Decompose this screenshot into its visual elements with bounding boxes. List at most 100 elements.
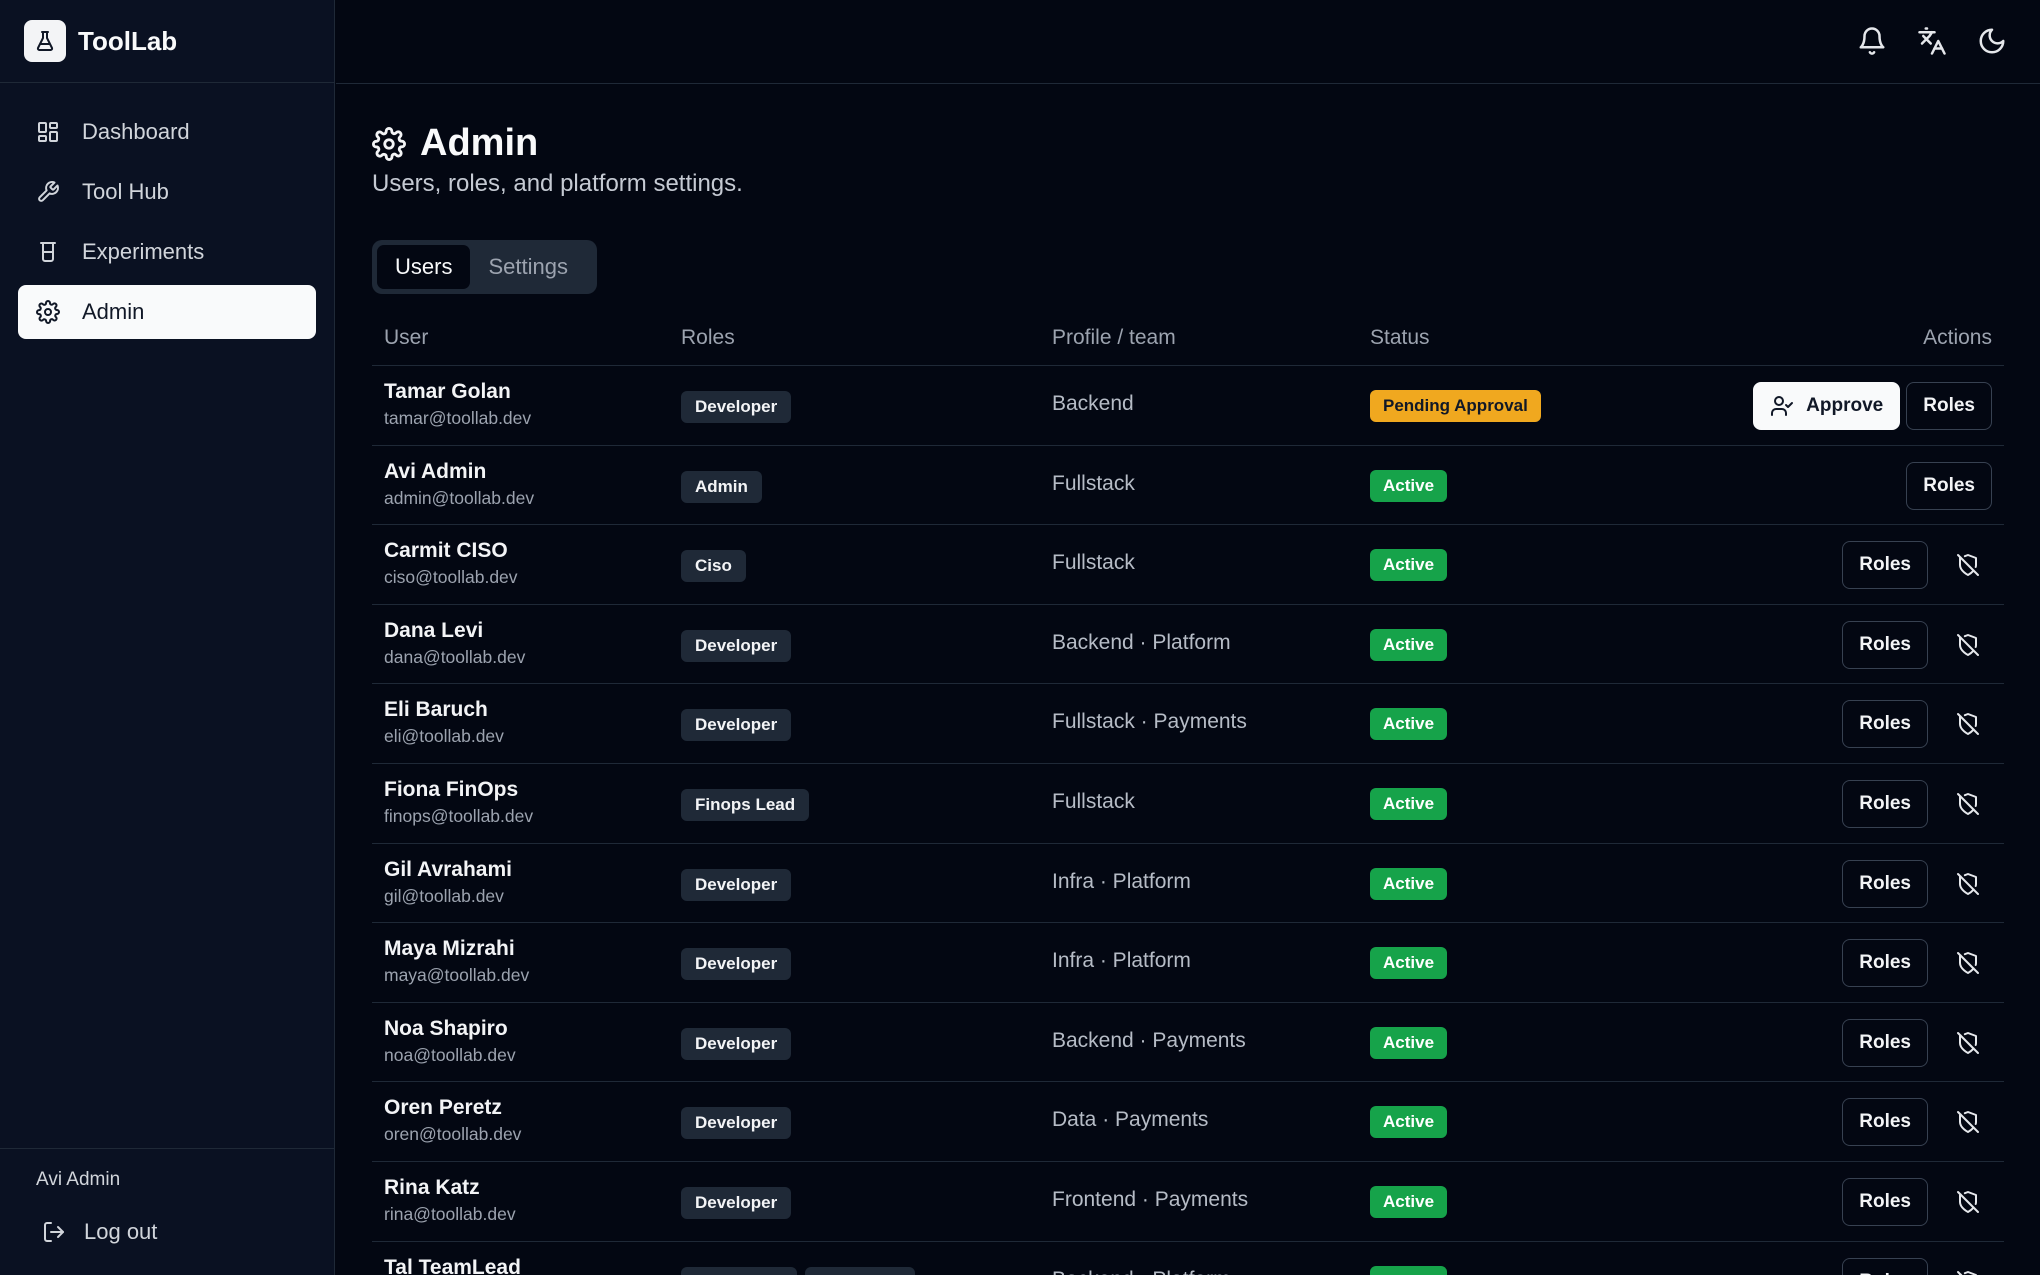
column-header-user: User xyxy=(384,326,429,349)
roles-cell: Developer xyxy=(681,948,792,981)
actions-cell: Roles xyxy=(1842,700,1992,749)
role-badge: Admin xyxy=(681,470,762,503)
tab-settings[interactable]: Settings xyxy=(470,245,586,289)
approve-label: Approve xyxy=(1806,395,1884,416)
column-header-actions: Actions xyxy=(1923,326,1992,349)
roles-button[interactable]: Roles xyxy=(1842,1257,1928,1275)
top-bar xyxy=(336,0,2040,84)
sidebar-nav: Dashboard Tool Hub Experiments Admin xyxy=(0,83,334,339)
status-cell: Active xyxy=(1370,787,1448,820)
roles-button[interactable]: Roles xyxy=(1842,859,1928,908)
roles-button[interactable]: Roles xyxy=(1842,700,1928,749)
sidebar-item-admin[interactable]: Admin xyxy=(18,285,316,339)
brand[interactable]: ToolLab xyxy=(0,0,334,83)
table-row: Dana Levi dana@toollab.dev Developer Bac… xyxy=(372,605,2004,685)
tab-users[interactable]: Users xyxy=(377,245,471,289)
team-cell: Backend · Platform xyxy=(1052,1268,1231,1275)
sidebar-item-experiments[interactable]: Experiments xyxy=(18,225,316,279)
user-name: Maya Mizrahi xyxy=(384,937,515,961)
table-row: Oren Peretz oren@toollab.dev Developer D… xyxy=(372,1082,2004,1162)
sidebar-item-label: Dashboard xyxy=(82,119,190,144)
role-badge: Finops Lead xyxy=(681,788,810,821)
team-cell: Fullstack xyxy=(1052,789,1135,813)
user-email: eli@toollab.dev xyxy=(384,726,504,747)
sidebar-item-tool-hub[interactable]: Tool Hub xyxy=(18,165,316,219)
wrench-icon xyxy=(38,181,59,202)
table-row: Eli Baruch eli@toollab.dev Developer Ful… xyxy=(372,684,2004,764)
actions-cell: Roles xyxy=(1842,620,1992,669)
roles-button[interactable]: Roles xyxy=(1842,1018,1928,1067)
user-cell: Tamar Golan tamar@toollab.dev xyxy=(384,380,531,429)
actions-cell: Roles xyxy=(1842,779,1992,828)
status-badge: Active xyxy=(1370,708,1448,741)
roles-button[interactable]: Roles xyxy=(1842,779,1928,828)
shield-off-icon[interactable] xyxy=(1944,700,1992,748)
logout-button[interactable]: Log out xyxy=(42,1219,157,1245)
status-cell: Pending Approval xyxy=(1370,390,1541,422)
status-badge: Pending Approval xyxy=(1370,390,1541,422)
user-email: noa@toollab.dev xyxy=(384,1044,516,1065)
actions-cell: Roles xyxy=(1842,1018,1992,1067)
table-header: User Roles Profile / team Status Actions xyxy=(372,314,2004,366)
page-header: Admin xyxy=(372,122,538,165)
status-cell: Active xyxy=(1370,1265,1448,1275)
brand-name: ToolLab xyxy=(78,25,178,56)
shield-off-icon[interactable] xyxy=(1944,780,1992,828)
role-badge: Developer xyxy=(681,1186,792,1219)
status-cell: Active xyxy=(1370,469,1448,502)
role-badge: Developer xyxy=(681,1107,792,1140)
user-cell: Noa Shapiro noa@toollab.dev xyxy=(384,1017,516,1066)
moon-icon[interactable] xyxy=(1977,26,2007,56)
table-row: Maya Mizrahi maya@toollab.dev Developer … xyxy=(372,923,2004,1003)
team-cell: Backend xyxy=(1052,392,1134,415)
roles-button[interactable]: Roles xyxy=(1906,382,1992,430)
team-cell: Frontend · Payments xyxy=(1052,1187,1249,1211)
status-cell: Active xyxy=(1370,1026,1448,1059)
user-name: Tal TeamLead xyxy=(384,1255,521,1275)
roles-button[interactable]: Roles xyxy=(1842,541,1928,590)
team-cell: Fullstack · Payments xyxy=(1052,710,1247,734)
user-cell: Carmit CISO ciso@toollab.dev xyxy=(384,539,518,588)
shield-off-icon[interactable] xyxy=(1944,1258,1992,1275)
team-cell: Infra · Platform xyxy=(1052,869,1191,893)
status-badge: Active xyxy=(1370,1265,1448,1275)
user-name: Dana Levi xyxy=(384,618,484,642)
sidebar-item-label: Experiments xyxy=(82,239,205,264)
table-row: Avi Admin admin@toollab.dev Admin Fullst… xyxy=(372,446,2004,526)
page-title: Admin xyxy=(420,122,539,164)
roles-button[interactable]: Roles xyxy=(1906,461,1992,510)
translate-icon[interactable] xyxy=(1917,26,1947,56)
user-email: oren@toollab.dev xyxy=(384,1124,522,1145)
role-badge: Developer xyxy=(681,948,792,981)
user-email: maya@toollab.dev xyxy=(384,965,530,986)
roles-button[interactable]: Roles xyxy=(1842,1177,1928,1226)
bell-icon[interactable] xyxy=(1857,26,1887,56)
shield-off-icon[interactable] xyxy=(1944,860,1992,908)
roles-cell: Developer xyxy=(681,868,792,901)
user-cell: Fiona FinOps finops@toollab.dev xyxy=(384,778,533,827)
shield-off-icon[interactable] xyxy=(1944,939,1992,987)
shield-off-icon[interactable] xyxy=(1944,621,1992,669)
roles-button[interactable]: Roles xyxy=(1842,1098,1928,1147)
status-cell: Active xyxy=(1370,708,1448,741)
roles-button[interactable]: Roles xyxy=(1842,620,1928,669)
actions-cell: Roles xyxy=(1842,1257,1992,1275)
roles-cell: Developer xyxy=(681,1107,792,1140)
shield-off-icon[interactable] xyxy=(1944,1178,1992,1226)
status-badge: Active xyxy=(1370,947,1448,980)
user-cell: Rina Katz rina@toollab.dev xyxy=(384,1176,516,1225)
role-badge: Developer xyxy=(804,1266,915,1275)
shield-off-icon[interactable] xyxy=(1944,1019,1992,1067)
shield-off-icon[interactable] xyxy=(1944,541,1992,589)
sidebar: ToolLab Dashboard Tool Hub Experiments A… xyxy=(0,0,335,1275)
roles-button[interactable]: Roles xyxy=(1842,939,1928,988)
user-name: Carmit CISO xyxy=(384,539,508,563)
sidebar-item-label: Tool Hub xyxy=(82,179,169,204)
sidebar-footer: Avi Admin Log out xyxy=(0,1148,334,1275)
approve-button[interactable]: Approve xyxy=(1753,382,1901,430)
status-cell: Active xyxy=(1370,1185,1448,1218)
shield-off-icon[interactable] xyxy=(1944,1098,1992,1146)
sidebar-item-dashboard[interactable]: Dashboard xyxy=(18,105,316,159)
status-badge: Active xyxy=(1370,469,1448,502)
roles-cell: Team Lead Developer xyxy=(681,1266,915,1275)
